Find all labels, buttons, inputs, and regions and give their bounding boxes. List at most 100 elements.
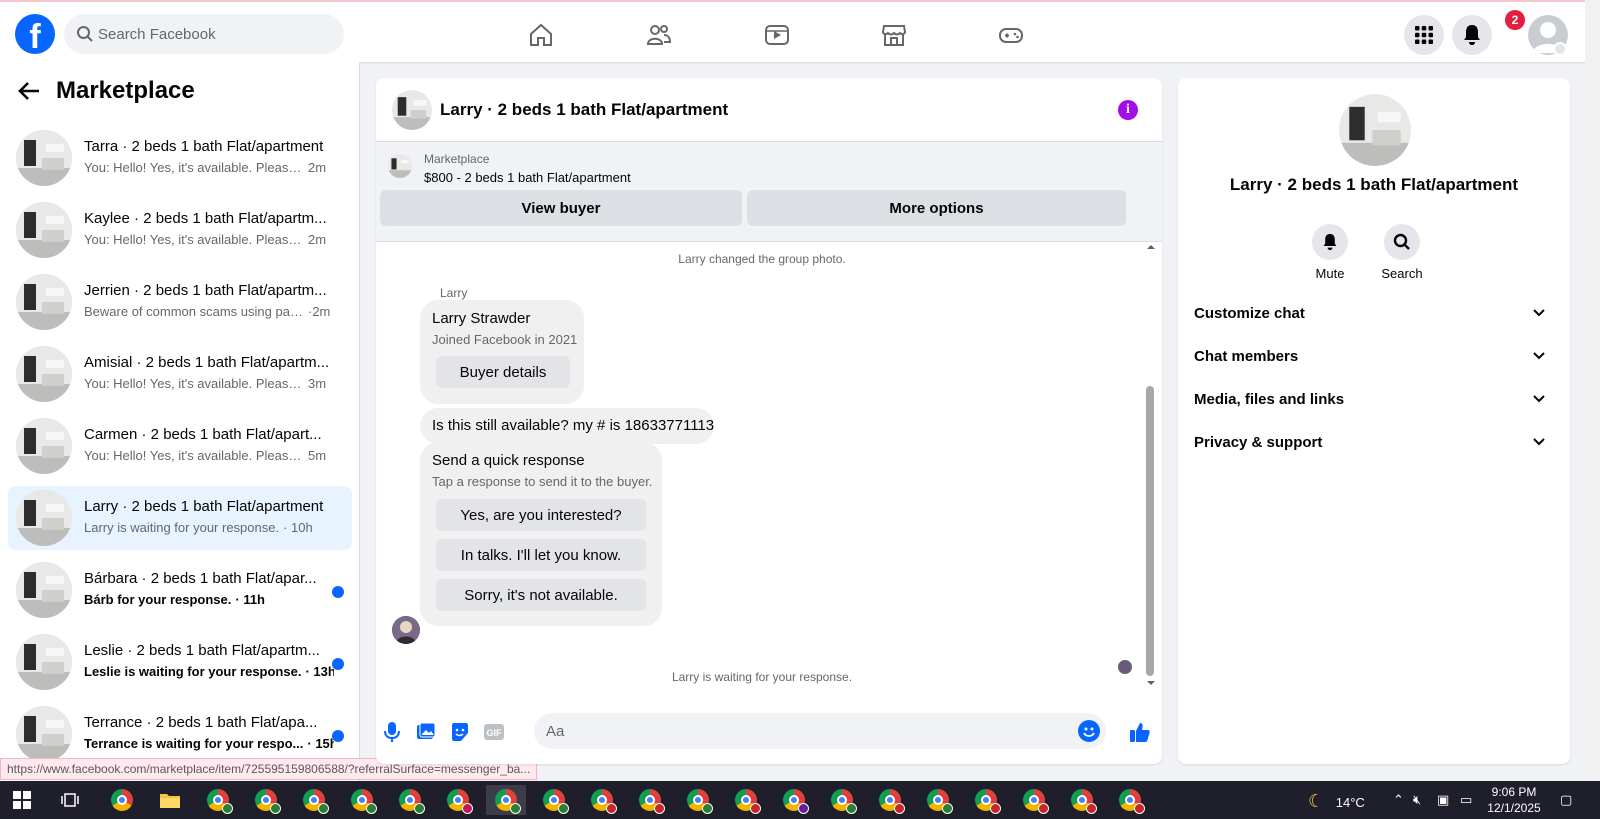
chat-members-section[interactable]: Chat members (1186, 335, 1562, 379)
info-icon[interactable]: i (1118, 100, 1138, 120)
view-buyer-button[interactable]: View buyer (380, 190, 742, 226)
back-arrow-icon[interactable] (18, 81, 40, 101)
taskbar-chrome[interactable] (102, 785, 142, 815)
window-scrollbar[interactable] (1585, 0, 1600, 781)
friends-icon[interactable] (644, 20, 674, 50)
taskbar-chrome-window[interactable] (678, 785, 718, 815)
clock-time: 9:06 PM (1491, 785, 1537, 799)
network-icon[interactable]: ▭ (1460, 792, 1472, 808)
camera-icon[interactable]: ▣ (1437, 792, 1449, 808)
listing-thumbnail (16, 562, 72, 618)
taskbar-chrome-window[interactable] (966, 785, 1006, 815)
clock-date: 12/1/2025 (1487, 801, 1541, 815)
menu-button[interactable] (1404, 15, 1444, 55)
taskbar-chrome-window[interactable] (294, 785, 334, 815)
search-bar[interactable] (64, 14, 344, 54)
taskbar-chrome-window[interactable] (438, 785, 478, 815)
tray-chevron-icon[interactable]: ⌃ (1393, 792, 1404, 808)
conversation-item[interactable]: Tarra · 2 beds 1 bath Flat/apartment You:… (8, 126, 352, 190)
clock[interactable]: 9:06 PM 12/1/2025 (1484, 784, 1544, 816)
taskbar-chrome-window[interactable] (1014, 785, 1054, 815)
account-menu-chevron-icon[interactable] (1553, 42, 1567, 56)
windows-logo-icon (13, 791, 31, 809)
task-view-button[interactable] (50, 785, 90, 815)
taskbar-chrome-window[interactable] (870, 785, 910, 815)
listing-title[interactable]: $800 - 2 beds 1 bath Flat/apartment (424, 170, 631, 185)
listing-thumbnail (16, 706, 72, 762)
conversation-item[interactable]: Leslie · 2 beds 1 bath Flat/apartm... Les… (8, 630, 352, 694)
conversation-title: Tarra · 2 beds 1 bath Flat/apartment (84, 138, 324, 155)
home-icon[interactable] (526, 20, 556, 50)
conversation-item[interactable]: Jerrien · 2 beds 1 bath Flat/apartm... Be… (8, 270, 352, 334)
taskbar-chrome-window[interactable] (246, 785, 286, 815)
message-input[interactable] (546, 713, 1066, 749)
notifications-button[interactable] (1452, 15, 1492, 55)
conversation-item[interactable]: Kaylee · 2 beds 1 bath Flat/apartm... You… (8, 198, 352, 262)
taskbar-chrome-window[interactable] (1062, 785, 1102, 815)
conversation-item[interactable]: Bárbara · 2 beds 1 bath Flat/apar... Bárb… (8, 558, 352, 622)
customize-chat-section[interactable]: Customize chat (1186, 292, 1562, 336)
taskbar-chrome-window[interactable] (774, 785, 814, 815)
search-input[interactable] (98, 14, 328, 54)
taskbar-chrome-window[interactable] (486, 785, 526, 815)
conversation-item[interactable]: Carmen · 2 beds 1 bath Flat/apart... You:… (8, 414, 352, 478)
scrollbar-thumb[interactable] (1146, 386, 1154, 676)
scroll-down-arrow-icon[interactable] (1144, 678, 1158, 688)
taskbar-file-explorer[interactable] (150, 785, 190, 815)
taskbar-chrome-window[interactable] (582, 785, 622, 815)
gaming-icon[interactable] (996, 20, 1026, 50)
buyer-details-button[interactable]: Buyer details (436, 356, 570, 388)
conversation-item[interactable]: Amisial · 2 beds 1 bath Flat/apartm... Yo… (8, 342, 352, 406)
emoji-icon[interactable] (1078, 720, 1100, 742)
quick-response-option[interactable]: Yes, are you interested? (436, 499, 646, 531)
gif-icon[interactable]: GIF (482, 720, 506, 744)
video-icon[interactable] (762, 20, 792, 50)
thumbs-up-icon[interactable] (1128, 720, 1152, 744)
search-action[interactable]: Search (1372, 224, 1432, 281)
conversation-time: 5m (308, 448, 327, 463)
chrome-icon (927, 789, 953, 814)
sender-avatar[interactable] (392, 616, 420, 644)
microphone-icon[interactable] (380, 720, 404, 744)
mute-action[interactable]: Mute (1300, 224, 1360, 281)
conversation-item[interactable]: Terrance · 2 beds 1 bath Flat/apa... Terr… (8, 702, 352, 766)
more-options-button[interactable]: More options (747, 190, 1126, 226)
conversation-item[interactable]: Larry · 2 beds 1 bath Flat/apartment Larr… (8, 486, 352, 550)
scroll-up-arrow-icon[interactable] (1144, 242, 1158, 252)
message-input-wrapper[interactable] (534, 713, 1106, 749)
facebook-logo[interactable]: f (15, 14, 55, 54)
quick-response-option[interactable]: In talks. I'll let you know. (436, 539, 646, 571)
taskbar-chrome-window[interactable] (390, 785, 430, 815)
taskbar-chrome-window[interactable] (822, 785, 862, 815)
quick-response-option[interactable]: Sorry, it's not available. (436, 579, 646, 611)
thread-scrollbar[interactable] (1144, 242, 1158, 688)
photo-icon[interactable] (414, 720, 438, 744)
taskbar-chrome-window[interactable] (630, 785, 670, 815)
chrome-icon (399, 789, 425, 814)
conversation-time: · 13h (305, 664, 334, 679)
notification-center-icon[interactable]: ▢ (1560, 792, 1572, 808)
sidebar-title: Marketplace (56, 77, 195, 104)
conversation-preview: Leslie is waiting for your response. (84, 664, 302, 679)
privacy-support-section[interactable]: Privacy & support (1186, 421, 1562, 465)
marketplace-icon[interactable] (879, 20, 909, 50)
weather-widget[interactable]: ☾ 14°C (1308, 791, 1365, 812)
taskbar-chrome-window[interactable] (342, 785, 382, 815)
chat-title: Larry · 2 beds 1 bath Flat/apartment (440, 100, 729, 119)
conversation-preview: Beware of common scams using pay... (84, 304, 304, 319)
media-files-links-section[interactable]: Media, files and links (1186, 378, 1562, 422)
start-button[interactable] (2, 785, 42, 815)
taskbar-chrome-window[interactable] (198, 785, 238, 815)
taskbar-chrome-window[interactable] (534, 785, 574, 815)
taskbar-chrome-window[interactable] (918, 785, 958, 815)
chevron-down-icon (1533, 352, 1545, 360)
conversation-preview: You: Hello! Yes, it's available. Please … (84, 232, 304, 247)
volume-muted-icon[interactable]: 🔇︎ (1413, 792, 1421, 808)
chat-thumbnail[interactable] (392, 90, 432, 130)
listing-thumbnail[interactable] (388, 154, 412, 178)
taskbar-chrome-window[interactable] (726, 785, 766, 815)
sticker-icon[interactable] (448, 720, 472, 744)
taskbar-chrome-window[interactable] (1110, 785, 1150, 815)
profile-badge-icon (318, 803, 329, 814)
chrome-icon (1023, 789, 1049, 814)
